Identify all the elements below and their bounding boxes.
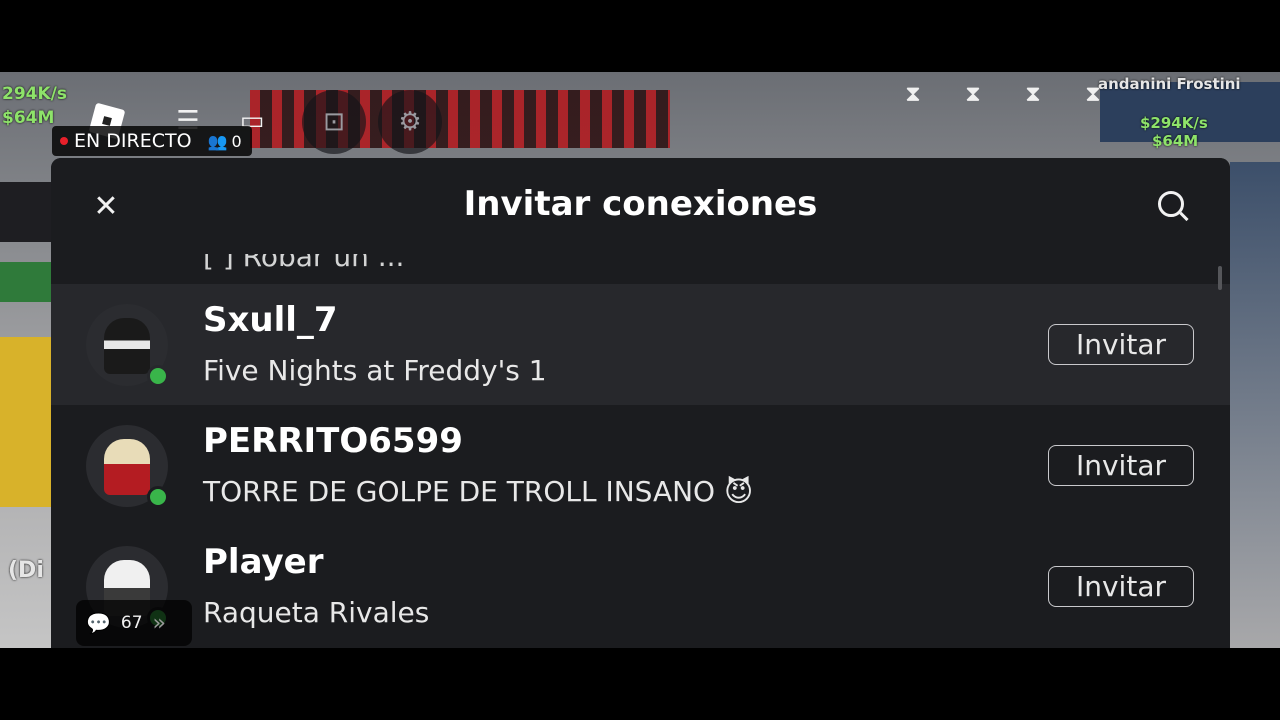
invite-button[interactable]: Invitar: [1048, 324, 1194, 365]
chat-count: 67: [120, 613, 143, 633]
live-label: EN DIRECTO: [74, 130, 192, 152]
game-bg-block: [0, 337, 52, 507]
invite-button[interactable]: Invitar: [1048, 566, 1194, 607]
scrollbar[interactable]: [1218, 266, 1222, 290]
list-item[interactable]: Player Raqueta Rivales Invitar: [51, 526, 1230, 647]
chat-bubble-icon: 💬: [86, 611, 111, 635]
username: PERRITO6599: [203, 421, 463, 461]
viewer-count-value: 0: [231, 131, 242, 151]
username: Player: [203, 542, 324, 582]
chat-counter-button[interactable]: 💬 67 »: [76, 600, 192, 646]
hud-money-rate: 294K/s: [2, 84, 67, 104]
hourglass-icon: ⧗: [965, 82, 981, 107]
backpack-icon: ⊡: [323, 107, 345, 137]
invite-connections-modal: [ ] Robar un ... ✕ Invitar conexiones Sx…: [51, 158, 1230, 648]
hud-brainrot-rate: $294K/s: [1140, 114, 1208, 132]
online-status-icon: [147, 365, 169, 387]
invite-button[interactable]: Invitar: [1048, 445, 1194, 486]
settings-button[interactable]: ⚙: [378, 90, 442, 154]
hud-side-text: (Di: [8, 558, 44, 583]
gear-icon: ⚙: [398, 107, 422, 137]
hud-money-total: $64M: [2, 108, 55, 128]
viewer-count: 👥 0: [208, 132, 242, 151]
hud-brainrot-name: andanini Frostini: [1098, 75, 1241, 93]
online-status-icon: [147, 486, 169, 508]
hourglass-timers: ⧗ ⧗ ⧗ ⧗: [902, 82, 1104, 108]
backpack-button[interactable]: ⊡: [302, 90, 366, 154]
activity-text: Raqueta Rivales: [203, 596, 430, 629]
search-icon[interactable]: [1154, 188, 1190, 224]
list-item[interactable]: Sxull_7 Five Nights at Freddy's 1 Invita…: [51, 284, 1230, 405]
game-bg-block: [0, 262, 52, 302]
list-item[interactable]: PERRITO6599 TORRE DE GOLPE DE TROLL INSA…: [51, 405, 1230, 526]
people-icon: 👥: [207, 131, 228, 151]
chevron-right-icon: »: [152, 610, 167, 636]
hourglass-icon: ⧗: [1025, 82, 1041, 107]
hourglass-icon: ⧗: [905, 82, 921, 107]
modal-header: ✕ Invitar conexiones: [51, 158, 1230, 254]
modal-title: Invitar conexiones: [463, 184, 818, 224]
live-dot-icon: [60, 137, 68, 145]
live-badge: EN DIRECTO 👥 0: [52, 126, 252, 156]
username: Sxull_7: [203, 300, 338, 340]
hud-brainrot-value: $64M: [1152, 132, 1199, 150]
activity-text: TORRE DE GOLPE DE TROLL INSANO 😈: [203, 475, 754, 508]
letterbox-top: [0, 0, 1280, 72]
game-bg-wall: [1230, 162, 1280, 648]
connections-list: Sxull_7 Five Nights at Freddy's 1 Invita…: [51, 284, 1230, 647]
hourglass-icon: ⧗: [1085, 82, 1101, 107]
activity-text: Five Nights at Freddy's 1: [203, 354, 547, 387]
letterbox-bottom: [0, 648, 1280, 720]
